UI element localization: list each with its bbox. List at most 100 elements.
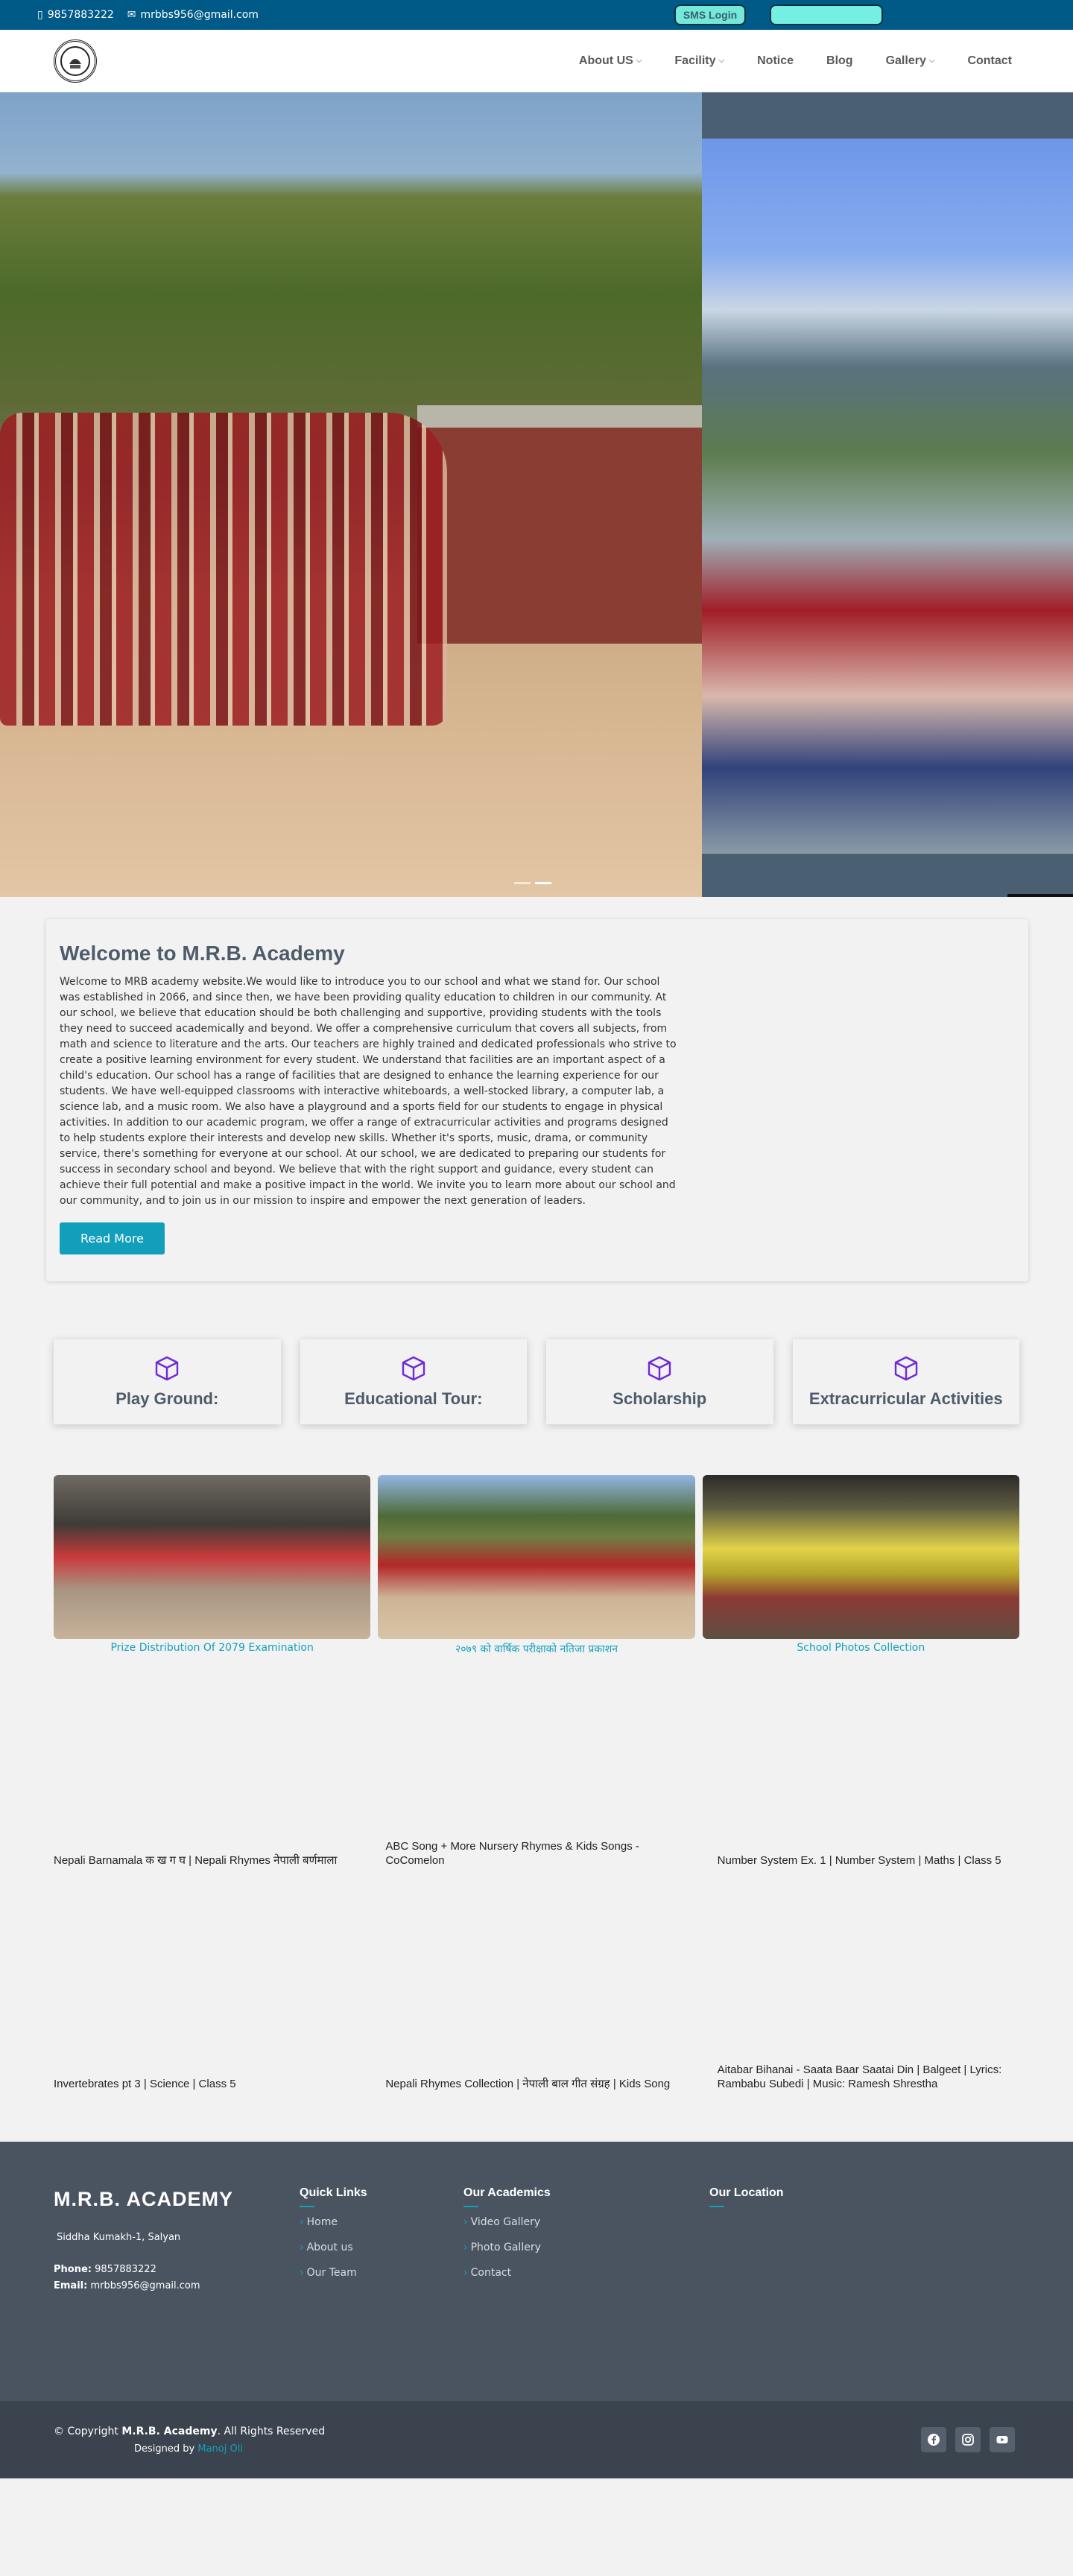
footer-heading: Our Location [709, 2186, 784, 2199]
feature-card-scholarship[interactable]: Scholarship [546, 1339, 773, 1424]
chevron-right-icon: › [463, 2242, 468, 2253]
footer-heading: Our Academics [463, 2186, 551, 2199]
carousel-progress-bar [1007, 894, 1073, 897]
footer-about: M.R.B. ACADEMY Siddha Kumakh-1, Salyan P… [54, 2186, 300, 2401]
cube-icon [648, 1356, 671, 1381]
welcome-title: Welcome to M.R.B. Academy [60, 942, 345, 965]
hero-slide-next-photo [702, 92, 1073, 897]
sms-login-button[interactable]: SMS Login [674, 4, 746, 25]
gallery-image[interactable] [378, 1475, 695, 1639]
footer-address: Siddha Kumakh-1, Salyan [57, 2232, 181, 2243]
gallery-caption[interactable]: Prize Distribution Of 2079 Examination [54, 1642, 370, 1654]
feature-label: Scholarship [613, 1389, 707, 1408]
hero-carousel[interactable] [0, 92, 1073, 897]
footer: M.R.B. ACADEMY Siddha Kumakh-1, Salyan P… [0, 2142, 1073, 2401]
nav-item-blog[interactable]: Blog [810, 54, 870, 68]
email-contact[interactable]: ✉ mrbbs956@gmail.com [127, 9, 259, 21]
video-card[interactable]: Invertebrates pt 3 | Science | Class 5 [54, 1917, 355, 2142]
instagram-button[interactable] [955, 2427, 981, 2452]
top-bar: ▯ 9857883222 ✉ mrbbs956@gmail.com SMS Lo… [0, 0, 1073, 30]
carousel-dot-active[interactable] [535, 882, 551, 884]
footer-bottom-bar: © Copyright M.R.B. Academy. All Rights R… [0, 2401, 1073, 2478]
cube-icon [156, 1356, 179, 1381]
heading-underline [709, 2206, 724, 2207]
features-row: Play Ground: Educational Tour: Scholarsh… [0, 1281, 1073, 1424]
video-gallery: Nepali Barnamala क ख ग घ | Nepali Rhymes… [0, 1656, 1073, 2142]
footer-brand: M.R.B. ACADEMY [54, 2188, 233, 2210]
video-card[interactable]: Nepali Rhymes Collection | नेपाली बाल गी… [385, 1917, 687, 2142]
feature-label: Play Ground: [115, 1389, 219, 1408]
youtube-icon [996, 2436, 1008, 2443]
footer-link-about-us[interactable]: › About us [300, 2242, 463, 2253]
welcome-body: Welcome to MRB academy website.We would … [60, 976, 677, 1207]
tour-photo-shape [702, 139, 1073, 854]
footer-location: Our Location [709, 2186, 784, 2401]
gallery-card[interactable]: Prize Distribution Of 2079 Examination [54, 1475, 371, 1656]
nav-item-about-us[interactable]: About US ⌵ [563, 54, 658, 68]
gallery-image[interactable] [702, 1475, 1019, 1639]
carousel-dot[interactable] [514, 882, 531, 884]
secondary-login-button[interactable] [770, 4, 883, 25]
feature-card-playground[interactable]: Play Ground: [54, 1339, 281, 1424]
footer-link-video-gallery[interactable]: › Video Gallery [463, 2216, 709, 2228]
footer-link-our-team[interactable]: › Our Team [300, 2267, 463, 2279]
video-title[interactable]: Number System Ex. 1 | Number System | Ma… [718, 1853, 1019, 1868]
carousel-indicators [514, 882, 551, 884]
nav-item-gallery[interactable]: Gallery ⌵ [870, 54, 952, 68]
footer-link-photo-gallery[interactable]: › Photo Gallery [463, 2242, 709, 2253]
copyright-text: © Copyright M.R.B. Academy. All Rights R… [54, 2425, 326, 2437]
feature-card-extracurricular[interactable]: Extracurricular Activities [792, 1339, 1019, 1424]
gallery-card[interactable]: School Photos Collection [702, 1475, 1019, 1656]
gallery-caption[interactable]: २०७९ को वार्षिक परीक्षाको नतिजा प्रकाशन [378, 1642, 694, 1656]
video-card[interactable]: ABC Song + More Nursery Rhymes & Kids So… [385, 1656, 687, 1917]
hero-slide-photo [0, 92, 702, 897]
video-title[interactable]: Nepali Barnamala क ख ग घ | Nepali Rhymes… [54, 1853, 355, 1868]
video-title[interactable]: Invertebrates pt 3 | Science | Class 5 [54, 2077, 355, 2091]
video-card[interactable]: Number System Ex. 1 | Number System | Ma… [718, 1656, 1019, 1917]
designer-link[interactable]: Manoj Oli [197, 2443, 243, 2455]
designed-by: Designed by Manoj Oli [134, 2443, 243, 2455]
feature-label: Extracurricular Activities [808, 1389, 1003, 1408]
school-logo[interactable] [54, 39, 97, 83]
feature-card-educational-tour[interactable]: Educational Tour: [300, 1339, 527, 1424]
footer-academics: Our Academics › Video Gallery › Photo Gall… [463, 2186, 709, 2401]
footer-quick-links: Quick Links › Home › About us › Our Team [300, 2186, 463, 2401]
copyright-block: © Copyright M.R.B. Academy. All Rights R… [54, 2426, 325, 2455]
footer-heading: Quick Links [300, 2186, 367, 2199]
video-title[interactable]: Aitabar Bihanai - Saata Baar Saatai Din … [718, 2063, 1019, 2091]
instagram-icon [962, 2434, 974, 2446]
video-title[interactable]: Nepali Rhymes Collection | नेपाली बाल गी… [385, 2077, 687, 2091]
chevron-down-icon: ⌵ [718, 57, 725, 65]
read-more-button[interactable]: Read More [60, 1222, 165, 1254]
nav-item-facility[interactable]: Facility ⌵ [658, 54, 741, 68]
video-title[interactable]: ABC Song + More Nursery Rhymes & Kids So… [385, 1839, 687, 1868]
chevron-down-icon: ⌵ [636, 57, 642, 65]
heading-underline [300, 2206, 314, 2207]
nav-item-notice[interactable]: Notice [741, 54, 810, 68]
footer-phone: Phone: 9857883222 [54, 2264, 156, 2275]
email-text: mrbbs956@gmail.com [140, 9, 259, 21]
nav-item-contact[interactable]: Contact [951, 54, 1028, 68]
footer-email: Email: mrbbs956@gmail.com [54, 2280, 200, 2291]
facebook-icon [928, 2434, 940, 2446]
footer-link-home[interactable]: › Home [300, 2216, 463, 2228]
crest-icon [60, 45, 90, 76]
facebook-button[interactable] [921, 2427, 946, 2452]
mail-icon: ✉ [127, 9, 136, 21]
youtube-button[interactable] [990, 2427, 1015, 2452]
school-building-shape [417, 405, 702, 644]
chevron-right-icon: › [463, 2267, 468, 2279]
gallery-card[interactable]: २०७९ को वार्षिक परीक्षाको नतिजा प्रकाशन [378, 1475, 695, 1656]
video-card[interactable]: Nepali Barnamala क ख ग घ | Nepali Rhymes… [54, 1656, 355, 1917]
gallery-image[interactable] [54, 1475, 371, 1639]
phone-icon: ▯ [37, 9, 43, 21]
video-card[interactable]: Aitabar Bihanai - Saata Baar Saatai Din … [718, 1917, 1019, 2142]
phone-contact[interactable]: ▯ 9857883222 [37, 9, 114, 21]
footer-link-contact[interactable]: › Contact [463, 2267, 709, 2279]
welcome-section: Welcome to M.R.B. Academy Welcome to MRB… [0, 897, 1073, 1281]
heading-underline [463, 2206, 478, 2207]
feature-label: Educational Tour: [344, 1389, 483, 1408]
cube-icon [402, 1356, 425, 1381]
gallery-caption[interactable]: School Photos Collection [703, 1642, 1019, 1654]
chevron-down-icon: ⌵ [928, 57, 935, 65]
